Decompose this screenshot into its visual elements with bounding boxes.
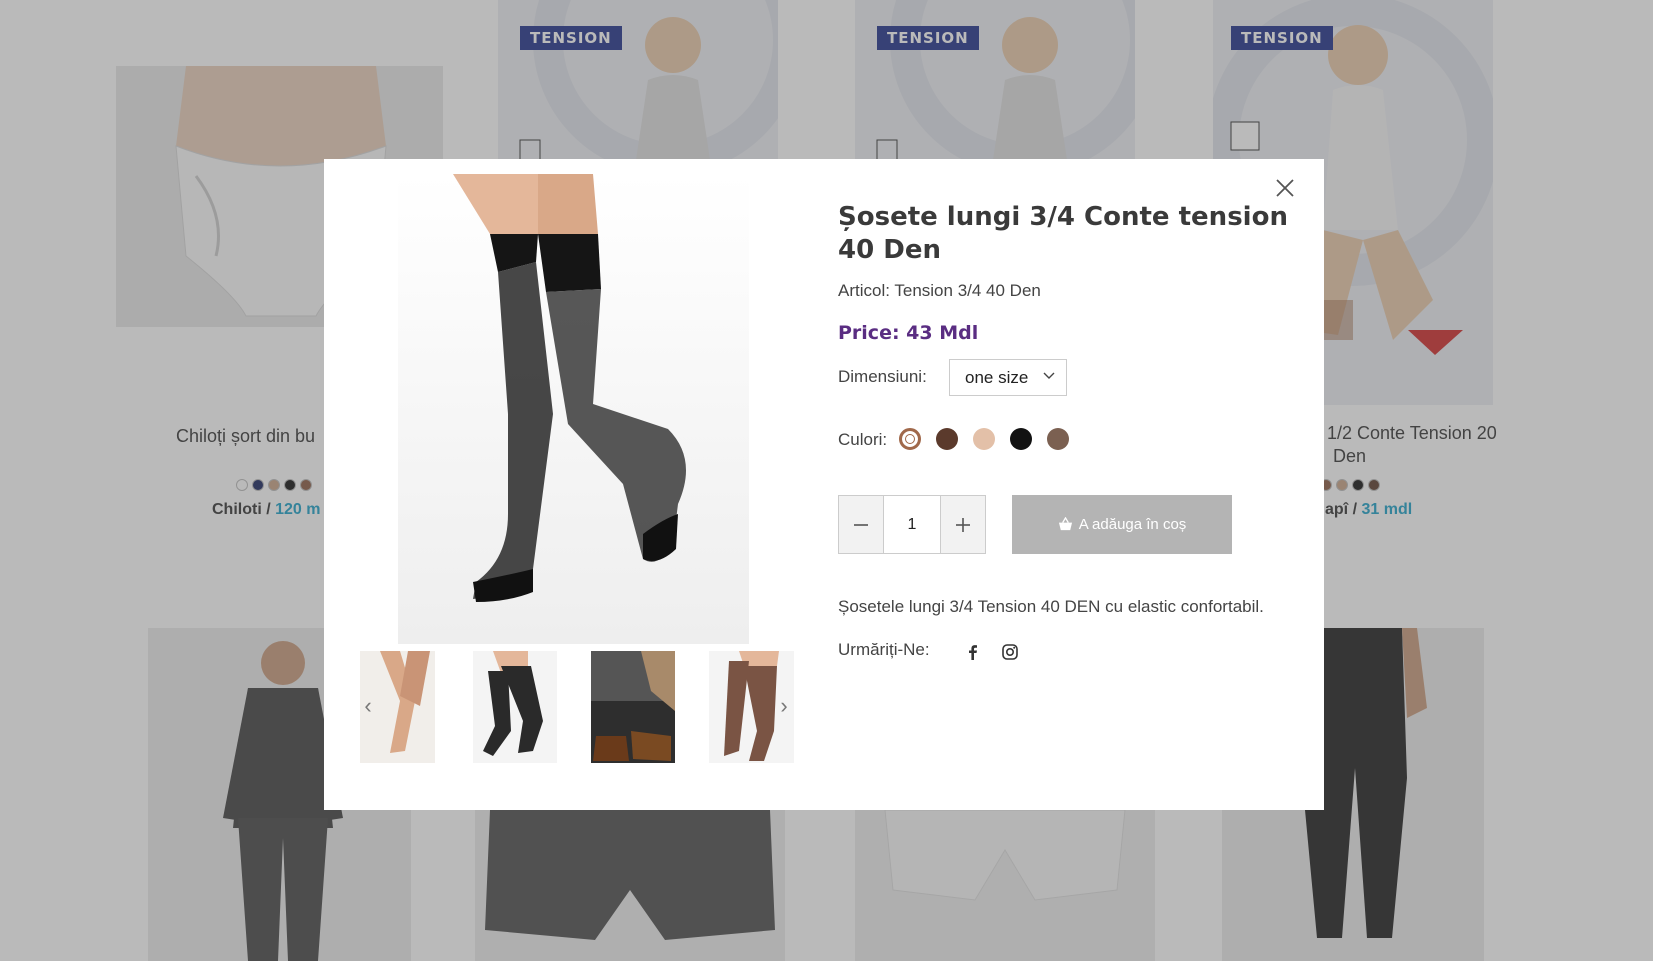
color-swatch-selected[interactable] xyxy=(899,428,921,450)
color-swatch[interactable] xyxy=(936,428,958,450)
product-price: Price: 43 Mdl xyxy=(838,322,979,344)
product-main-image[interactable] xyxy=(398,174,749,644)
color-swatch[interactable] xyxy=(1010,428,1032,450)
instagram-icon[interactable] xyxy=(1000,642,1020,662)
size-value: one size xyxy=(965,368,1029,387)
color-swatch[interactable] xyxy=(973,428,995,450)
add-to-cart-button[interactable]: A adăuga în coș xyxy=(1012,495,1232,554)
quick-view-modal: ‹ › Șosete lungi 3/4 Conte tension 40 De… xyxy=(324,159,1324,810)
quantity-decrease-button[interactable] xyxy=(839,496,883,553)
thumbnail[interactable] xyxy=(473,651,557,763)
quantity-increase-button[interactable] xyxy=(941,496,985,553)
follow-us-label: Urmăriți-Ne: xyxy=(838,640,930,659)
thumbnail-strip: ‹ › xyxy=(360,651,794,763)
plus-icon xyxy=(956,517,970,532)
quantity-input[interactable]: 1 xyxy=(883,496,941,553)
size-select[interactable]: one size xyxy=(949,359,1067,396)
colors-label: Culori: xyxy=(838,430,888,449)
product-article: Articol: Tension 3/4 40 Den xyxy=(838,281,1041,300)
minus-icon xyxy=(854,523,868,526)
basket-icon xyxy=(1058,517,1072,531)
quantity-stepper: 1 xyxy=(838,495,986,554)
size-label: Dimensiuni: xyxy=(838,367,927,386)
chevron-left-icon[interactable]: ‹ xyxy=(360,691,376,721)
color-swatches xyxy=(899,428,1069,450)
color-swatch[interactable] xyxy=(1047,428,1069,450)
chevron-right-icon[interactable]: › xyxy=(776,691,792,721)
close-icon[interactable] xyxy=(1270,173,1300,203)
thumbnail[interactable] xyxy=(591,651,675,763)
product-description: Șosetele lungi 3/4 Tension 40 DEN cu ela… xyxy=(838,597,1264,616)
product-title: Șosete lungi 3/4 Conte tension 40 Den xyxy=(838,202,1288,265)
facebook-icon[interactable] xyxy=(963,642,983,662)
chevron-down-icon xyxy=(1043,372,1055,379)
add-to-cart-label: A adăuga în coș xyxy=(1078,516,1187,533)
